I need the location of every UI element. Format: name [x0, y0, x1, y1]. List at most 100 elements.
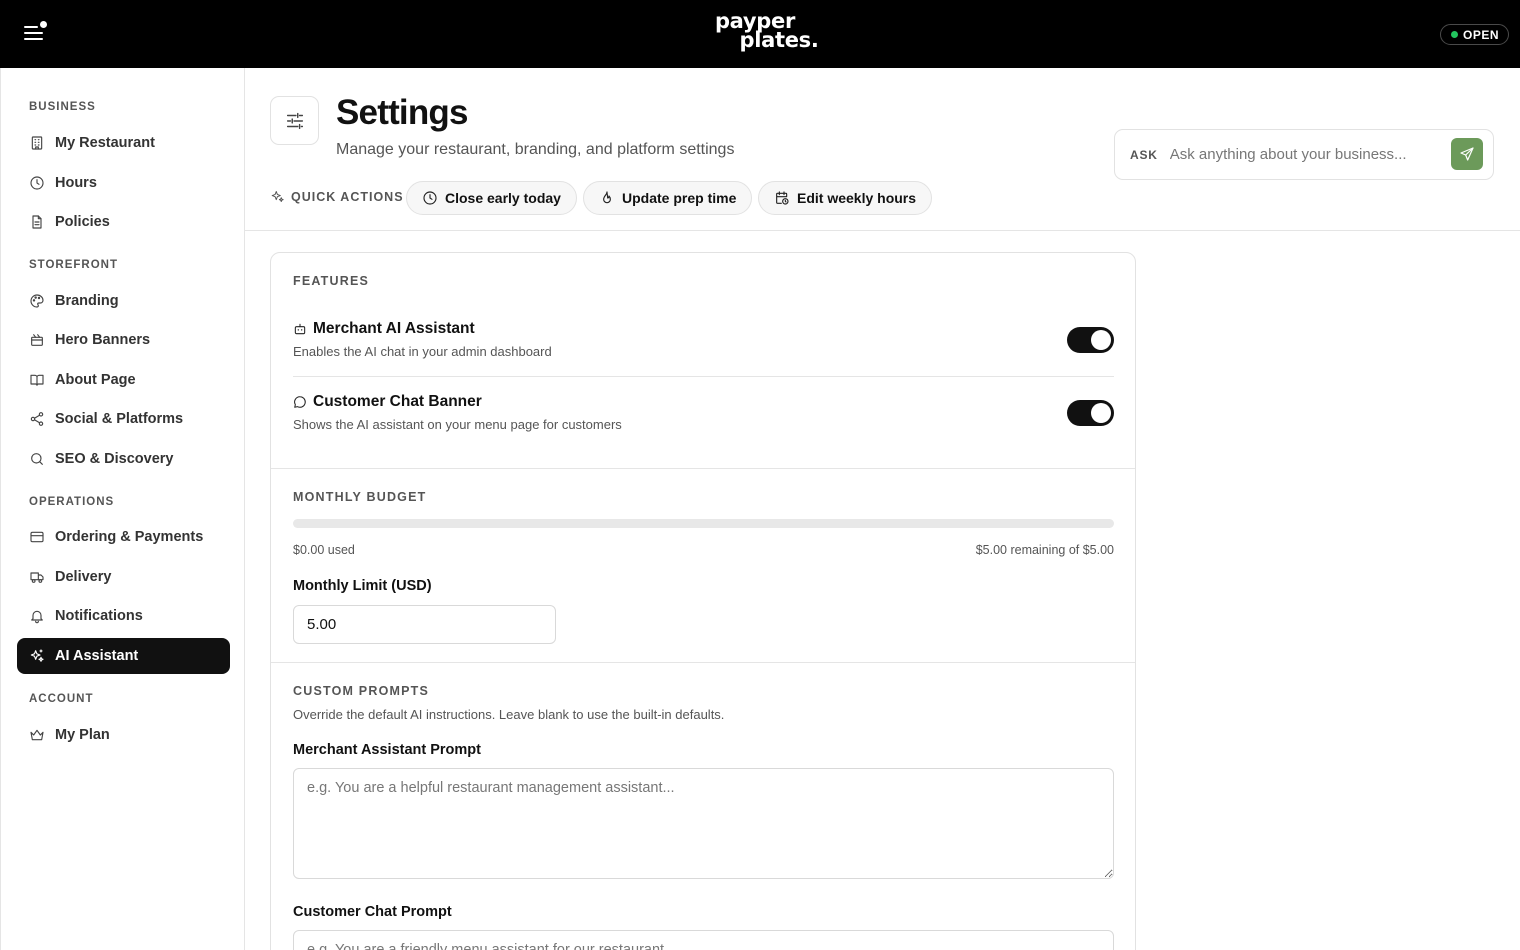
sidebar-item-label: Notifications	[55, 608, 143, 624]
sidebar-item-label: Ordering & Payments	[55, 529, 204, 545]
monthly-limit-input[interactable]	[293, 605, 556, 644]
sidebar-item-label: Policies	[55, 214, 110, 230]
sidebar-item-about-page[interactable]: About Page	[17, 362, 230, 398]
ai-assistant-settings-card: FEATURES Merchant AI Assistant Enables t…	[270, 252, 1136, 950]
sidebar-item-social-platforms[interactable]: Social & Platforms	[17, 401, 230, 437]
sidebar-item-branding[interactable]: Branding	[17, 283, 230, 319]
book-icon	[30, 374, 44, 386]
quick-action-label: Edit weekly hours	[797, 190, 917, 206]
sidebar-item-label: Hours	[55, 175, 97, 191]
sidebar-item-notifications[interactable]: Notifications	[17, 598, 230, 634]
clock-icon	[30, 176, 44, 190]
ask-input[interactable]	[1169, 146, 1440, 163]
merchant-ai-assistant-toggle[interactable]	[1067, 327, 1114, 353]
banner-icon	[31, 334, 43, 346]
logo-line-2: plates.	[739, 28, 819, 52]
ask-send-button[interactable]	[1451, 138, 1483, 170]
sidebar-item-label: Hero Banners	[55, 332, 151, 348]
toggle-knob	[1091, 403, 1111, 423]
building-icon	[31, 136, 43, 150]
top-bar: payper plates. OPEN	[0, 0, 1520, 68]
bell-icon	[31, 610, 43, 624]
monthly-budget-section-title: MONTHLY BUDGET	[293, 490, 427, 504]
custom-prompts-section-title: CUSTOM PROMPTS	[293, 684, 430, 698]
store-status-text: OPEN	[1463, 27, 1500, 42]
sidebar-section-business: BUSINESS	[29, 101, 96, 113]
customer-chat-banner-toggle[interactable]	[1067, 400, 1114, 426]
custom-prompts-description: Override the default AI instructions. Le…	[293, 707, 725, 722]
quick-action-label: Close early today	[445, 190, 561, 206]
budget-used-text: $0.00 used	[293, 543, 355, 557]
toggle-knob	[1091, 330, 1111, 350]
ask-label: ASK	[1130, 147, 1158, 162]
feature-title-text: Customer Chat Banner	[313, 393, 482, 410]
budget-remaining-text: $5.00 remaining of $5.00	[975, 543, 1114, 557]
flame-icon	[603, 191, 611, 204]
merchant-ai-assistant-description: Enables the AI chat in your admin dashbo…	[293, 344, 552, 359]
calendar-clock-icon	[776, 191, 789, 205]
settings-header-icon	[270, 96, 319, 145]
monthly-limit-label: Monthly Limit (USD)	[293, 578, 432, 594]
sidebar-item-label: Delivery	[55, 569, 112, 585]
sidebar-item-my-plan[interactable]: My Plan	[17, 717, 230, 753]
sidebar-section-storefront: STOREFRONT	[29, 259, 119, 271]
page-subtitle: Manage your restaurant, branding, and pl…	[336, 141, 735, 158]
customer-chat-banner-title: Customer Chat Banner	[293, 393, 482, 411]
store-status-badge[interactable]: OPEN	[1440, 24, 1510, 45]
sidebar-item-ai-assistant[interactable]: AI Assistant	[17, 638, 230, 674]
update-prep-time-button[interactable]: Update prep time	[583, 181, 753, 215]
sidebar-item-label: About Page	[55, 372, 136, 388]
edit-weekly-hours-button[interactable]: Edit weekly hours	[758, 181, 933, 215]
sidebar-item-my-restaurant[interactable]: My Restaurant	[17, 125, 230, 161]
customer-chat-banner-description: Shows the AI assistant on your menu page…	[293, 417, 622, 432]
sidebar-item-label: Branding	[55, 293, 119, 309]
sidebar-item-policies[interactable]: Policies	[17, 204, 230, 240]
merchant-ai-assistant-title: Merchant AI Assistant	[293, 320, 475, 338]
bot-icon	[294, 323, 306, 335]
crown-icon	[30, 729, 44, 741]
sidebar-item-label: My Restaurant	[55, 135, 155, 151]
share-icon	[30, 412, 44, 426]
features-section-title: FEATURES	[293, 274, 370, 288]
section-divider	[271, 662, 1135, 663]
merchant-prompt-textarea[interactable]	[293, 768, 1114, 879]
sidebar-item-ordering-payments[interactable]: Ordering & Payments	[17, 519, 230, 555]
close-early-today-button[interactable]: Close early today	[406, 181, 577, 215]
sidebar-item-label: My Plan	[55, 727, 110, 743]
chat-bubble-icon	[294, 396, 306, 408]
customer-prompt-textarea[interactable]	[293, 930, 1114, 950]
sidebar-item-label: SEO & Discovery	[55, 451, 174, 467]
search-icon	[31, 453, 43, 465]
sidebar-item-label: AI Assistant	[55, 648, 139, 664]
budget-progress-bar	[293, 519, 1114, 528]
send-icon	[1460, 147, 1474, 161]
feature-title-text: Merchant AI Assistant	[313, 320, 475, 337]
truck-icon	[30, 572, 44, 583]
ask-box: ASK	[1114, 129, 1494, 180]
sidebar: BUSINESS My Restaurant Hours Policies ST…	[0, 68, 245, 950]
sliders-icon	[286, 112, 303, 129]
sidebar-item-seo-discovery[interactable]: SEO & Discovery	[17, 441, 230, 477]
quick-actions-text: QUICK ACTIONS	[291, 189, 404, 204]
section-divider	[271, 468, 1135, 469]
sidebar-item-hours[interactable]: Hours	[17, 165, 230, 201]
merchant-prompt-label: Merchant Assistant Prompt	[293, 742, 481, 758]
sidebar-item-label: Social & Platforms	[55, 411, 184, 427]
quick-action-label: Update prep time	[622, 190, 737, 206]
sparkles-icon	[30, 649, 44, 662]
status-dot-icon	[1451, 31, 1458, 38]
document-icon	[32, 215, 42, 229]
sidebar-section-operations: OPERATIONS	[29, 496, 115, 508]
customer-prompt-label: Customer Chat Prompt	[293, 904, 452, 920]
sidebar-section-account: ACCOUNT	[29, 693, 94, 705]
logo[interactable]: payper plates.	[0, 11, 1510, 52]
features-row-divider	[293, 376, 1114, 377]
header-divider	[245, 230, 1520, 231]
sparkles-icon	[271, 191, 284, 202]
sidebar-item-hero-banners[interactable]: Hero Banners	[17, 322, 230, 358]
credit-card-icon	[30, 531, 44, 543]
quick-actions-label: QUICK ACTIONS	[270, 189, 404, 204]
sidebar-item-delivery[interactable]: Delivery	[17, 559, 230, 595]
page-title: Settings	[336, 93, 468, 132]
palette-icon	[30, 294, 44, 308]
